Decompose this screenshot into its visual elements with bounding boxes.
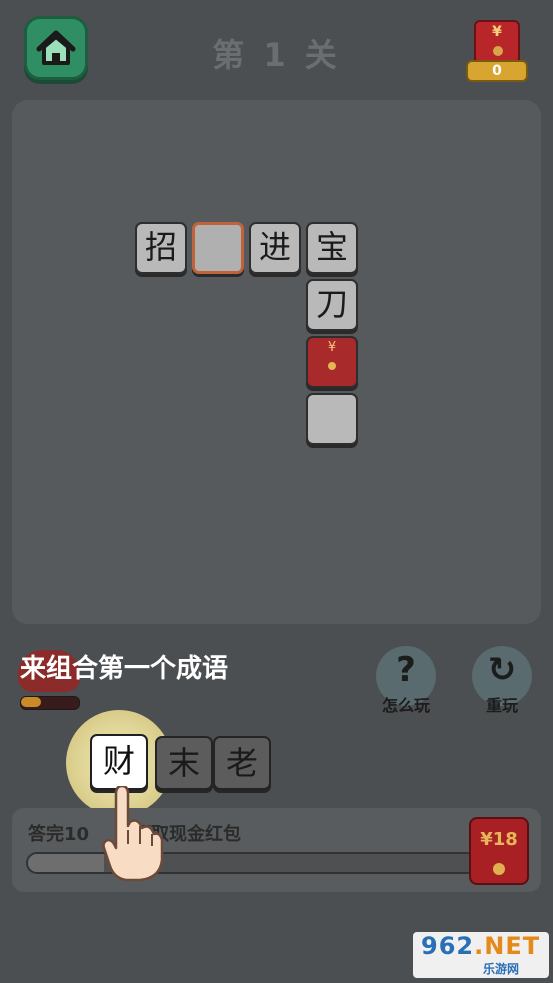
board-tile-red-envelope[interactable]: ¥ <box>306 336 358 388</box>
reward-progress-fill <box>28 854 105 872</box>
choice-tile[interactable]: 末 <box>155 736 213 790</box>
board-tile[interactable]: 进 <box>249 222 301 274</box>
cash-amount: ¥18 <box>480 829 518 850</box>
board-tile[interactable]: 宝 <box>306 222 358 274</box>
replay-button[interactable]: ↻ 重玩 <box>472 646 532 715</box>
pointing-hand-icon <box>102 786 164 882</box>
coin-icon <box>328 362 336 370</box>
replay-label: 重玩 <box>485 696 518 715</box>
bag-progress-fill <box>21 697 41 707</box>
red-envelope-counter[interactable]: ¥ 0 <box>466 20 528 82</box>
reward-progress-bar <box>26 852 478 874</box>
board-tile[interactable]: 招 <box>135 222 187 274</box>
board-tile[interactable]: 刀 <box>306 279 358 331</box>
coin-icon <box>493 46 503 56</box>
how-to-play-button[interactable]: ? 怎么玩 <box>376 646 436 715</box>
replay-icon: ↻ <box>487 650 517 690</box>
board-tile-selected[interactable] <box>192 222 244 274</box>
reward-count: 0 <box>466 60 528 82</box>
choice-tile[interactable]: 老 <box>213 736 271 790</box>
watermark-logo: 962.NET 乐游网 <box>413 932 549 978</box>
how-to-play-label: 怎么玩 <box>381 696 430 715</box>
question-icon: ? <box>396 650 416 690</box>
board-tile[interactable] <box>306 393 358 445</box>
choice-tile[interactable]: 财 <box>90 734 148 790</box>
red-envelope-icon: ¥ <box>474 20 520 64</box>
cash-red-envelope-button[interactable]: ¥18 <box>469 817 529 885</box>
puzzle-board <box>12 100 541 624</box>
hint-text: 来组合第一个成语 <box>20 654 229 684</box>
coin-icon <box>493 863 505 875</box>
